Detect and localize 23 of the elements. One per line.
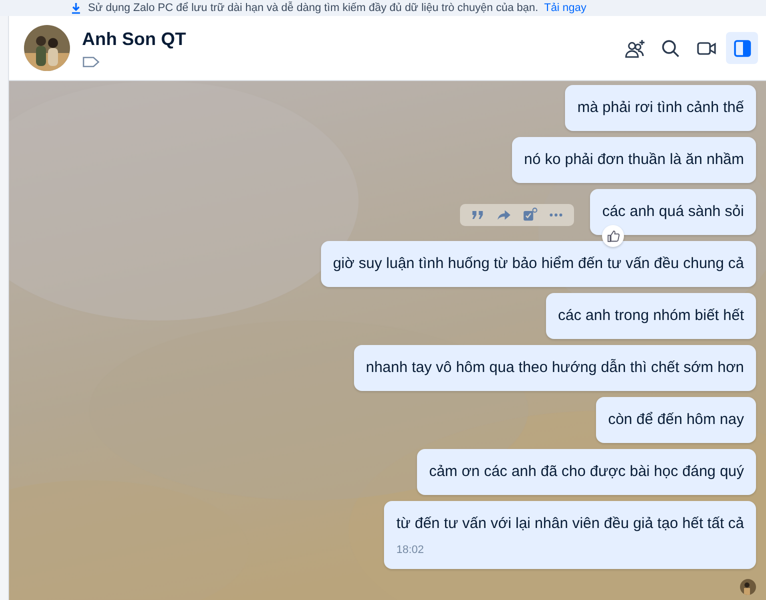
message-text: từ đến tư vấn với lại nhân viên đều giả tạo hết tất cả <box>396 514 744 534</box>
avatar[interactable] <box>24 25 70 71</box>
thumbs-up-icon <box>606 229 620 243</box>
sidebar-toggle-button[interactable] <box>726 32 758 64</box>
download-link[interactable]: Tải ngay <box>544 2 586 14</box>
download-icon <box>70 2 82 14</box>
message-text: nó ko phải đơn thuần là ăn nhầm <box>524 150 744 170</box>
message-text: cảm ơn các anh đã cho được bài học đáng quý <box>429 462 744 482</box>
banner-text: Sử dụng Zalo PC để lưu trữ dài hạn và dễ dàng tìm kiếm đầy đủ dữ liệu trò chuyện của bạn. <box>88 2 538 14</box>
label-icon[interactable] <box>82 56 100 68</box>
reaction-button[interactable] <box>602 225 624 247</box>
message-text: mà phải rơi tình cảnh thế <box>577 98 744 118</box>
message-text: nhanh tay vô hôm qua theo hướng dẫn thì chết sớm hơn <box>366 358 744 378</box>
add-member-icon <box>624 38 644 58</box>
sidebar-toggle-icon <box>732 38 752 58</box>
contact-name: Anh Son QT <box>82 28 187 50</box>
message-text: các anh trong nhóm biết hết <box>558 306 744 326</box>
message-time: 18:02 <box>396 543 425 557</box>
message-text: giờ suy luận tình huống từ bảo hiểm đến tư vấn đều chung cả <box>332 254 744 274</box>
message-text: còn để đến hôm nay <box>608 410 744 430</box>
search-icon <box>660 38 680 58</box>
message-text: các anh quá sành sỏi <box>602 202 744 222</box>
checkbox-edit-icon[interactable] <box>522 207 538 223</box>
